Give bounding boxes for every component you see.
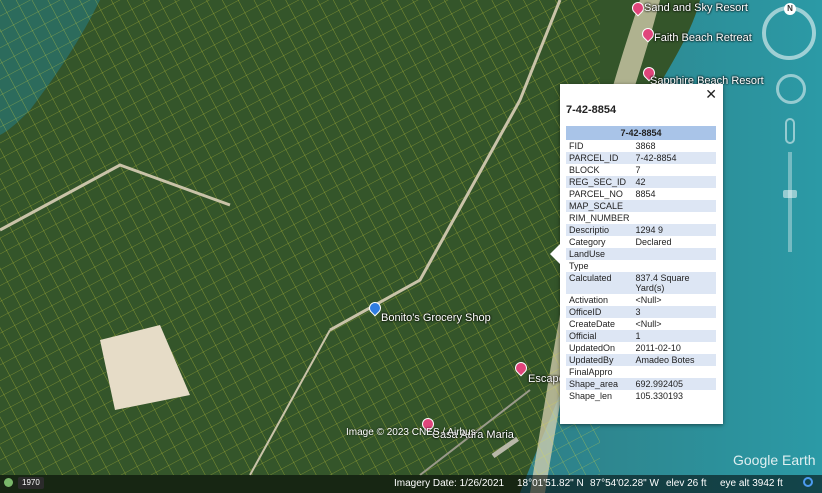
attribute-table-header: 7-42-8854 — [566, 126, 716, 140]
attribute-value: 7-42-8854 — [632, 152, 716, 164]
close-icon[interactable]: ✕ — [705, 86, 717, 103]
status-bar: 1970 Imagery Date: 1/26/2021 18°01'51.82… — [0, 475, 822, 493]
attribute-key: FID — [569, 141, 584, 151]
elevation: elev 26 ft — [666, 478, 707, 489]
attribute-key: BLOCK — [569, 165, 600, 175]
longitude: 87°54'02.28" W — [590, 478, 659, 489]
place-label-bonitos-grocery[interactable]: Bonito's Grocery Shop — [381, 312, 491, 324]
attribute-value: 3 — [632, 306, 716, 318]
attribute-value: Amadeo Botes — [632, 354, 716, 366]
attribute-key: Shape_len — [569, 391, 613, 401]
attribute-value — [633, 212, 716, 224]
attribute-key: FinalAppro — [569, 367, 613, 377]
latitude: 18°01'51.82" N — [517, 478, 584, 489]
attribute-value — [633, 366, 716, 378]
attribute-key: UpdatedBy — [566, 354, 633, 366]
historical-year[interactable]: 1970 — [18, 477, 44, 489]
attribute-value: 3868 — [635, 141, 656, 151]
attribute-key: Official — [566, 330, 633, 342]
historical-imagery-icon[interactable] — [4, 478, 13, 487]
attribute-value: 8854 — [635, 189, 656, 199]
place-label-faith-beach[interactable]: Faith Beach Retreat — [654, 32, 752, 44]
place-label-sand-and-sky[interactable]: Sand and Sky Resort — [644, 2, 748, 14]
attribute-value: 1 — [632, 330, 716, 342]
attribute-value — [632, 200, 716, 212]
attribute-key: LandUse — [566, 248, 633, 260]
zoom-slider-handle[interactable] — [783, 190, 797, 198]
attribute-value: 837.4 Square Yard(s) — [632, 272, 716, 294]
attribute-value: 2011-02-10 — [635, 343, 681, 353]
attribute-value: <Null> — [635, 295, 662, 305]
eye-altitude: eye alt 3942 ft — [720, 478, 783, 489]
attribute-value: 105.330193 — [635, 391, 684, 401]
attribute-key: PARCEL_ID — [566, 152, 633, 164]
google-earth-watermark: Google Earth — [733, 452, 816, 468]
attribute-key: Descriptio — [566, 224, 633, 236]
attribute-value — [632, 248, 716, 260]
attribute-key: CreateDate — [569, 319, 616, 329]
attribute-key: Calculated — [566, 272, 633, 294]
popup-title: 7-42-8854 — [566, 104, 617, 116]
north-indicator[interactable]: N — [784, 3, 796, 15]
streaming-icon — [803, 477, 813, 487]
attribute-table: 7-42-8854 FID 3868 PARCEL_ID 7-42-8854 BLO… — [566, 126, 716, 402]
attribute-key: UpdatedOn — [569, 343, 616, 353]
attribute-key: PARCEL_NO — [569, 189, 623, 199]
attribute-key: OfficeID — [566, 306, 633, 318]
look-joystick-icon[interactable] — [776, 74, 806, 104]
parcel-popup: ✕ 7-42-8854 7-42-8854 FID 3868 PARCEL_ID 7… — [550, 84, 723, 424]
attribute-value: 1294 9 — [632, 224, 716, 236]
imagery-date: Imagery Date: 1/26/2021 — [394, 478, 505, 489]
attribute-value — [633, 260, 716, 272]
attribute-key: Type — [569, 261, 589, 271]
attribute-key: Activation — [569, 295, 609, 305]
imagery-copyright: Image © 2023 CNES / Airbus — [346, 427, 476, 438]
attribute-key: MAP_SCALE — [566, 200, 633, 212]
attribute-value: Declared — [635, 237, 672, 247]
attribute-key: RIM_NUMBER — [569, 213, 630, 223]
street-view-icon[interactable] — [785, 118, 795, 144]
zoom-slider[interactable] — [788, 152, 792, 252]
attribute-value: 692.992405 — [632, 378, 716, 390]
attribute-key: Category — [569, 237, 606, 247]
attribute-value: 42 — [632, 176, 716, 188]
attribute-value: <Null> — [635, 319, 662, 329]
attribute-value: 7 — [635, 165, 641, 175]
attribute-key: REG_SEC_ID — [566, 176, 633, 188]
attribute-key: Shape_area — [566, 378, 633, 390]
